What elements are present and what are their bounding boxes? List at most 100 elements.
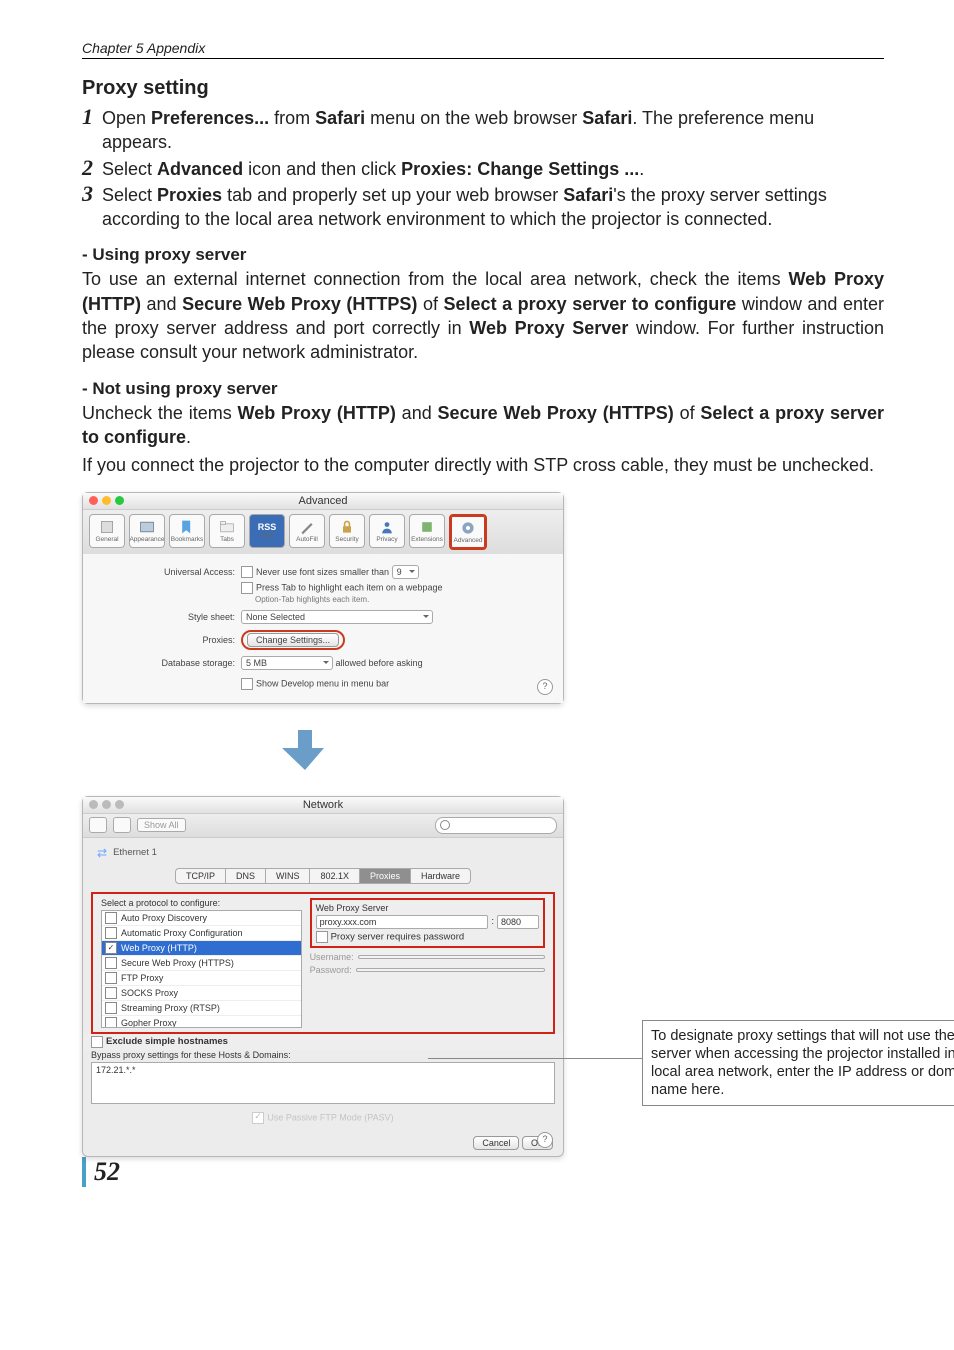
tab-rss[interactable]: RSSRSS xyxy=(249,514,285,548)
database-storage-select[interactable]: 5 MB xyxy=(241,656,333,670)
tab-appearance[interactable]: Appearance xyxy=(129,514,165,548)
protocol-checkbox[interactable]: ✓ xyxy=(105,942,117,954)
tab-bookmarks[interactable]: Bookmarks xyxy=(169,514,205,548)
protocol-item[interactable]: Gopher Proxy xyxy=(102,1016,301,1028)
show-develop-checkbox[interactable] xyxy=(241,678,253,690)
window-titlebar: Advanced xyxy=(83,493,563,510)
proxy-config-highlight: Select a protocol to configure: Auto Pro… xyxy=(91,892,555,1034)
font-size-select[interactable]: 9 xyxy=(392,565,419,579)
minimize-dot-icon[interactable] xyxy=(102,496,111,505)
protocol-item[interactable]: Automatic Proxy Configuration xyxy=(102,926,301,941)
tab-8021x[interactable]: 802.1X xyxy=(310,868,360,884)
passive-ftp-row: ✓Use Passive FTP Mode (PASV) xyxy=(83,1110,563,1130)
step-3: 3 Select Proxies tab and properly set up… xyxy=(82,183,884,232)
database-storage-label: Database storage: xyxy=(95,658,241,668)
tab-wins[interactable]: WINS xyxy=(266,868,311,884)
web-proxy-server-header: Web Proxy Server xyxy=(316,903,539,913)
protocol-item[interactable]: SOCKS Proxy xyxy=(102,986,301,1001)
password-input[interactable] xyxy=(356,968,545,972)
nav-fwd-button[interactable] xyxy=(113,817,131,833)
cancel-button[interactable]: Cancel xyxy=(473,1136,519,1150)
step-number: 2 xyxy=(82,157,102,179)
tab-security[interactable]: Security xyxy=(329,514,365,548)
protocol-select-header: Select a protocol to configure: xyxy=(101,898,302,908)
step-number: 3 xyxy=(82,183,102,205)
tab-proxies[interactable]: Proxies xyxy=(360,868,411,884)
tab-advanced[interactable]: Advanced xyxy=(449,514,487,550)
tab-general[interactable]: General xyxy=(89,514,125,548)
close-dot-icon[interactable] xyxy=(89,800,98,809)
page-number-wrap: 52 xyxy=(82,1157,120,1187)
network-proxies-window: Network Show All ⇄ Ethernet 1 TCP/IP DNS… xyxy=(82,796,564,1157)
exclude-simple-checkbox[interactable] xyxy=(91,1036,103,1048)
step-2: 2 Select Advanced icon and then click Pr… xyxy=(82,157,884,181)
requires-password-checkbox[interactable] xyxy=(316,931,328,943)
step-1: 1 Open Preferences... from Safari menu o… xyxy=(82,106,884,155)
protocol-checkbox[interactable] xyxy=(105,912,117,924)
traffic-lights xyxy=(89,800,124,809)
tab-dns[interactable]: DNS xyxy=(226,868,266,884)
proxy-setting-heading: Proxy setting xyxy=(82,77,884,100)
tab-tcpip[interactable]: TCP/IP xyxy=(175,868,226,884)
tab-privacy[interactable]: Privacy xyxy=(369,514,405,548)
username-input[interactable] xyxy=(358,955,545,959)
show-all-button[interactable]: Show All xyxy=(137,818,186,832)
password-label: Password: xyxy=(310,965,352,975)
protocol-checkbox[interactable] xyxy=(105,957,117,969)
protocol-checkbox[interactable] xyxy=(105,1002,117,1014)
exclude-simple-label: Exclude simple hostnames xyxy=(106,1036,228,1047)
interface-name: Ethernet 1 xyxy=(113,847,157,858)
protocol-item[interactable]: ✓Web Proxy (HTTP) xyxy=(102,941,301,956)
safari-advanced-window: Advanced General Appearance Bookmarks Ta… xyxy=(82,492,564,704)
page-number: 52 xyxy=(94,1157,120,1186)
not-using-proxy-subhead: - Not using proxy server xyxy=(82,379,884,399)
protocol-list: Auto Proxy Discovery Automatic Proxy Con… xyxy=(101,910,302,1028)
help-button[interactable]: ? xyxy=(537,1132,553,1148)
change-settings-button[interactable]: Change Settings... xyxy=(247,633,339,647)
not-using-proxy-para-a: Uncheck the items Web Proxy (HTTP) and S… xyxy=(82,401,884,450)
network-tabs: TCP/IP DNS WINS 802.1X Proxies Hardware xyxy=(83,868,563,884)
proxies-label: Proxies: xyxy=(95,635,241,645)
zoom-dot-icon[interactable] xyxy=(115,496,124,505)
press-tab-checkbox[interactable] xyxy=(241,582,253,594)
username-label: Username: xyxy=(310,952,354,962)
passive-ftp-checkbox[interactable]: ✓ xyxy=(252,1112,264,1124)
never-use-font-checkbox[interactable] xyxy=(241,566,253,578)
change-settings-highlight: Change Settings... xyxy=(241,630,345,650)
nav-back-button[interactable] xyxy=(89,817,107,833)
proxy-host-input[interactable]: proxy.xxx.com xyxy=(316,915,489,929)
arrow-down-icon xyxy=(282,730,328,770)
minimize-dot-icon[interactable] xyxy=(102,800,111,809)
using-proxy-para: To use an external internet connection f… xyxy=(82,267,884,364)
style-sheet-select[interactable]: None Selected xyxy=(241,610,433,624)
step-number: 1 xyxy=(82,106,102,128)
tab-hardware[interactable]: Hardware xyxy=(411,868,471,884)
protocol-item[interactable]: Streaming Proxy (RTSP) xyxy=(102,1001,301,1016)
zoom-dot-icon[interactable] xyxy=(115,800,124,809)
protocol-checkbox[interactable] xyxy=(105,927,117,939)
search-input[interactable] xyxy=(435,817,557,834)
proxy-port-input[interactable]: 8080 xyxy=(497,915,539,929)
protocol-checkbox[interactable] xyxy=(105,987,117,999)
universal-access-label: Universal Access: xyxy=(95,567,241,577)
protocol-item[interactable]: Secure Web Proxy (HTTPS) xyxy=(102,956,301,971)
help-button[interactable]: ? xyxy=(537,679,553,695)
using-proxy-subhead: - Using proxy server xyxy=(82,245,884,265)
close-dot-icon[interactable] xyxy=(89,496,98,505)
window-title: Advanced xyxy=(299,495,348,507)
style-sheet-label: Style sheet: xyxy=(95,612,241,622)
protocol-item[interactable]: Auto Proxy Discovery xyxy=(102,911,301,926)
callout-line xyxy=(428,1058,642,1059)
protocol-item[interactable]: FTP Proxy xyxy=(102,971,301,986)
running-head: Chapter 5 Appendix xyxy=(82,40,884,59)
window-titlebar: Network xyxy=(83,797,563,814)
tab-autofill[interactable]: AutoFill xyxy=(289,514,325,548)
bypass-textarea[interactable]: 172.21.*.* xyxy=(91,1062,555,1104)
protocol-checkbox[interactable] xyxy=(105,972,117,984)
tab-tabs[interactable]: Tabs xyxy=(209,514,245,548)
protocol-checkbox[interactable] xyxy=(105,1017,117,1028)
tab-extensions[interactable]: Extensions xyxy=(409,514,445,548)
not-using-proxy-para-b: If you connect the projector to the comp… xyxy=(82,453,884,477)
prefs-toolbar: General Appearance Bookmarks Tabs RSSRSS… xyxy=(83,510,563,554)
traffic-lights xyxy=(89,496,124,505)
